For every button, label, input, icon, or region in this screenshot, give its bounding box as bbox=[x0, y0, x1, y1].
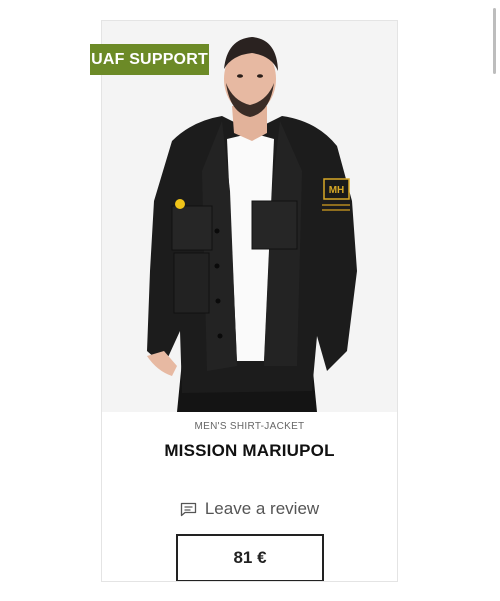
product-title[interactable]: MISSION MARIUPOL bbox=[102, 441, 397, 461]
product-card[interactable]: MH MEN'S SHIRT-JACKET MISSION MARIUPOL L… bbox=[101, 20, 398, 582]
leave-review-label: Leave a review bbox=[204, 499, 320, 518]
scrollbar[interactable] bbox=[493, 8, 496, 74]
product-category: MEN'S SHIRT-JACKET bbox=[194, 421, 305, 432]
sleeve-patch-text: MH bbox=[329, 185, 345, 196]
uaf-support-badge: UAF SUPPORT bbox=[90, 44, 209, 75]
price-button[interactable]: 81 € bbox=[176, 534, 324, 581]
leave-review-link[interactable]: Leave a review bbox=[102, 499, 397, 519]
price-label: 81 € bbox=[233, 548, 267, 567]
model-in-jacket-illustration: MH bbox=[102, 21, 397, 412]
product-image[interactable]: MH bbox=[102, 21, 397, 412]
message-square-icon bbox=[180, 502, 197, 517]
